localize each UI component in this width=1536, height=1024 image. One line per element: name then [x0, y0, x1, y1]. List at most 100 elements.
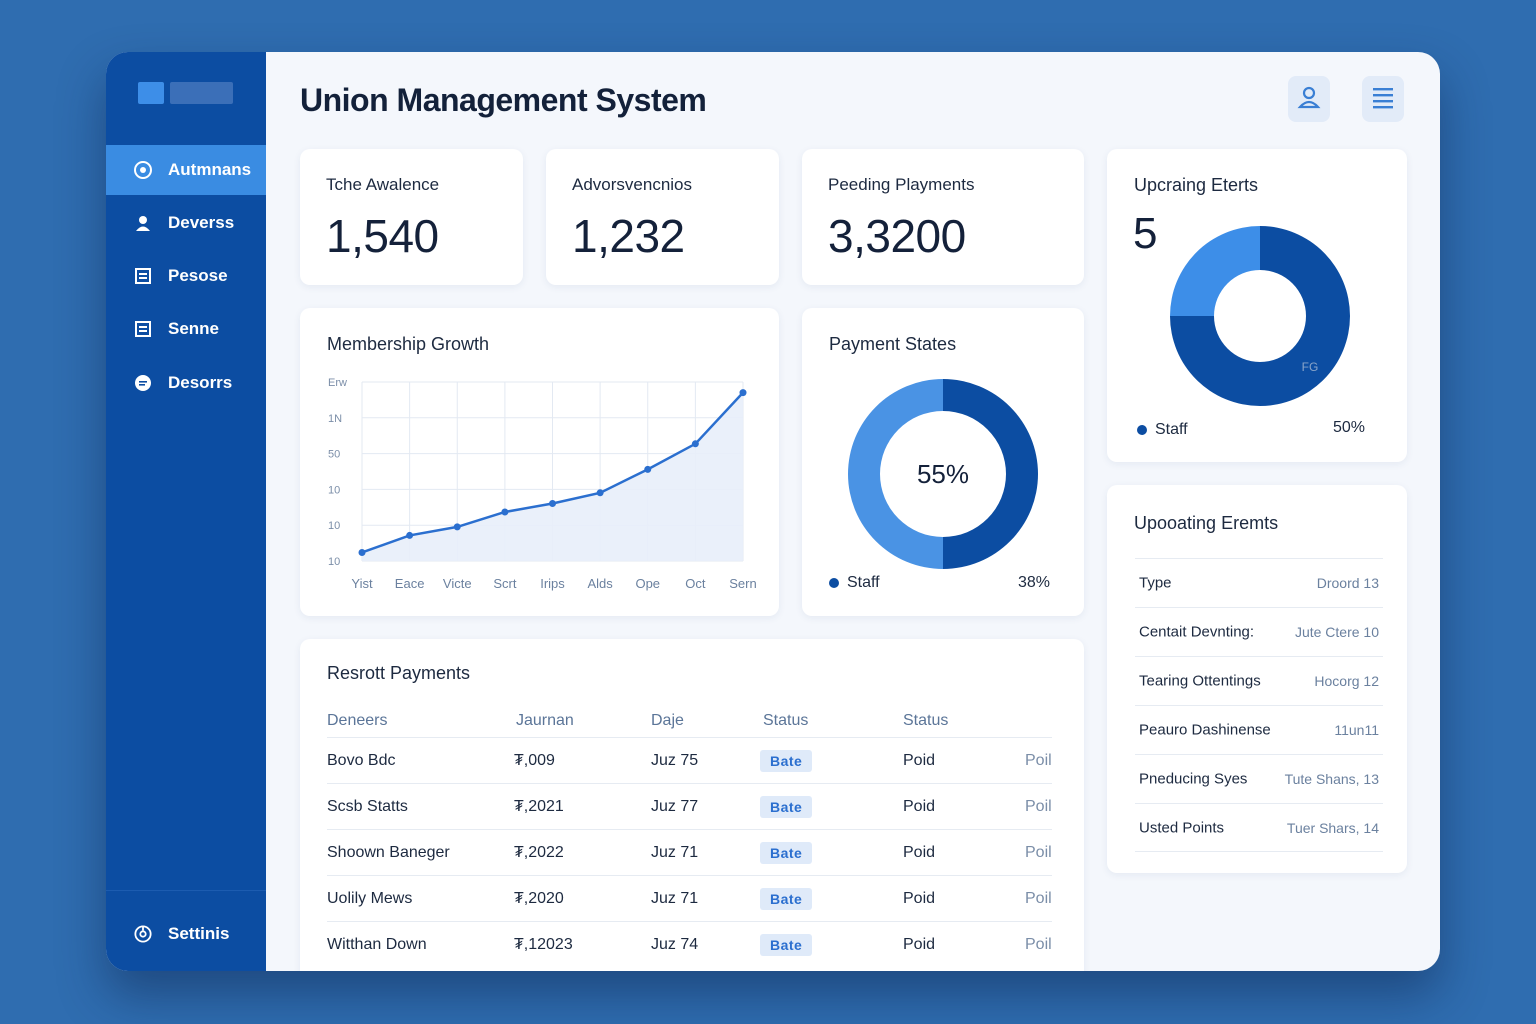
sidebar-item-label: Autmnans [168, 160, 252, 179]
data-point [644, 465, 652, 473]
donut-slice [1260, 226, 1350, 406]
donut-inner-label: FG [1302, 360, 1319, 374]
data-point [596, 489, 604, 497]
legend-value: 38% [1018, 574, 1051, 591]
dashboard-icon [134, 161, 152, 179]
page-title: Union Management System [300, 82, 707, 118]
membership-growth-chart: Erw 1N 50 10 10 10 Yist Eace Victe Scrt Irips Alds O… [328, 377, 757, 591]
menu-icon [1372, 85, 1394, 114]
gear-icon [134, 925, 152, 943]
sidebar-item-1[interactable]: Deverss [106, 198, 266, 248]
sidebar-item-0[interactable]: Autmnans [106, 145, 266, 195]
document-icon [134, 267, 152, 285]
x-tick-label: Eace [395, 576, 425, 591]
donut-slice [1170, 226, 1260, 316]
date: Juz 71 [651, 889, 699, 907]
x-tick-label: Scrt [493, 576, 517, 591]
amount: ₮,2020 [514, 889, 564, 907]
sidebar-item-4[interactable]: Desorrs [106, 358, 266, 408]
x-tick-label: Victe [443, 576, 472, 591]
list-item[interactable]: Usted Points Tuer Shars, 14 [1135, 803, 1383, 852]
status-extra: Poil [1025, 751, 1052, 769]
member-name: Scsb Statts [327, 797, 408, 815]
amount: ₮,2022 [514, 843, 564, 861]
event-label: Peauro Dashinense [1139, 721, 1271, 739]
x-tick-label: Irips [540, 576, 565, 591]
list-item[interactable]: Type Droord 13 [1135, 558, 1383, 607]
sidebar-item-2[interactable]: Pesose [106, 251, 266, 301]
menu-button[interactable] [1362, 76, 1404, 122]
data-point [691, 440, 699, 448]
stat-value: 3,3200 [828, 210, 966, 262]
event-value: Tuer Shars, 14 [1286, 819, 1379, 836]
payment-states-card: Payment States 55% Staff 38% [802, 308, 1084, 616]
legend-label: Staff [1155, 421, 1188, 438]
sidebar: Autmnans Deverss Pesose Senne Desorrs Se… [106, 52, 266, 971]
column-header: Daje [651, 712, 684, 729]
status-badge: Bate [760, 749, 813, 772]
y-tick-label: 10 [328, 484, 340, 496]
list-item[interactable]: Peauro Dashinense 11un11 [1135, 705, 1383, 754]
event-label: Tearing Ottentings [1139, 672, 1261, 690]
sidebar-item-3[interactable]: Senne [106, 304, 266, 354]
date: Juz 74 [651, 935, 699, 953]
membership-growth-card: Membership Growth Erw 1N 50 10 10 10 Yist Eace V… [300, 308, 779, 616]
settings-button[interactable]: Settinis [106, 909, 266, 959]
table-row[interactable]: Bovo Bdc ₮,009 Juz 75 Bate Poid Poil [327, 737, 1052, 783]
sidebar-item-label: Desorrs [168, 373, 233, 392]
sidebar-item-label: Pesose [168, 266, 228, 285]
y-tick-label: 50 [328, 449, 340, 461]
donut-center-label: 55% [917, 459, 969, 489]
chat-icon [134, 374, 152, 392]
document-icon [134, 320, 152, 338]
stat-value: 1,540 [326, 210, 439, 262]
y-tick-label: 1N [328, 413, 342, 425]
data-point [358, 548, 366, 556]
column-header: Status [903, 712, 949, 729]
y-tick-label: 10 [328, 556, 340, 568]
sidebar-item-label: Deverss [168, 213, 235, 232]
table-row[interactable]: Uolily Mews ₮,2020 Juz 71 Bate Poid Poil [327, 875, 1052, 921]
column-header: Status [763, 712, 809, 729]
upcoming-events-summary-card: Upcraing Eterts 5 FG Staff 50% [1107, 149, 1407, 462]
amount: ₮,2021 [514, 797, 564, 815]
list-item[interactable]: Centait Devnting: Jute Ctere 10 [1135, 607, 1383, 656]
amount: ₮,009 [514, 751, 555, 769]
data-point [453, 523, 461, 531]
logo [138, 82, 164, 104]
status-badge: Bate [760, 841, 813, 864]
event-value: Tute Shans, 13 [1284, 771, 1379, 787]
status-extra: Poil [1025, 843, 1052, 861]
table-row[interactable]: Scsb Statts ₮,2021 Juz 77 Bate Poid Poil [327, 783, 1052, 829]
list-item[interactable]: Pneducing Syes Tute Shans, 13 [1135, 754, 1383, 803]
column-header: Deneers [327, 712, 388, 729]
legend-swatch [1137, 425, 1147, 435]
stat-label: Peeding Playments [828, 175, 975, 194]
list-item[interactable]: Tearing Ottentings Hocorg 12 [1135, 656, 1383, 705]
status-extra: Poil [1025, 935, 1052, 953]
status-extra: Poil [1025, 889, 1052, 907]
profile-button[interactable] [1288, 76, 1330, 122]
upcoming-events-card: Upooating Eremts Type Droord 13 Centait … [1107, 485, 1407, 873]
x-tick-label: Yist [351, 576, 373, 591]
chart-legend: Staff [1137, 421, 1188, 439]
event-value: Droord 13 [1316, 575, 1379, 591]
legend-value: 50% [1333, 419, 1366, 436]
donut-slice [1170, 316, 1260, 406]
sidebar-divider [106, 890, 266, 891]
table-row[interactable]: Shoown Baneger ₮,2022 Juz 71 Bate Poid P… [327, 829, 1052, 875]
sidebar-item-label: Senne [168, 319, 220, 338]
member-name: Bovo Bdc [327, 751, 396, 769]
stat-label: Tche Awalence [326, 175, 440, 194]
user-icon [1297, 85, 1321, 114]
stat-card: Advorsvencnios 1,232 [546, 149, 779, 285]
status-badge: Bate [760, 933, 813, 956]
x-tick-label: Sern [729, 576, 756, 591]
event-value: Jute Ctere 10 [1294, 624, 1379, 640]
data-point [501, 508, 509, 516]
table-row[interactable]: Witthan Down ₮,12023 Juz 74 Bate Poid Po… [327, 921, 1052, 967]
logo-text-placeholder [170, 82, 233, 104]
status: Poid [903, 935, 936, 953]
status: Poid [903, 751, 936, 769]
member-name: Witthan Down [327, 935, 427, 953]
